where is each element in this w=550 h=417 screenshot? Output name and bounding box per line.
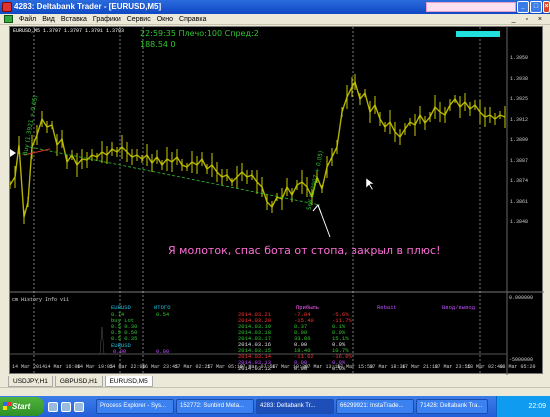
status-bar — [0, 387, 550, 396]
time-label: 18 Mar 02:40 — [467, 364, 504, 370]
window-title: 4283: Deltabank Trader - [EURUSD,M5] — [14, 2, 162, 11]
time-label: 17 Mar 10:30 — [272, 364, 309, 370]
time-label: 17 Mar 02:25 — [174, 364, 211, 370]
tab-usdjpy[interactable]: USDJPY,H1 — [8, 376, 53, 387]
annotation-arrow-head — [312, 204, 322, 214]
system-tray: 22:09 — [496, 396, 550, 417]
mdi-controls[interactable]: _ ▫ × — [512, 14, 546, 25]
time-label: 16 Mar 23:45 — [142, 364, 179, 370]
task-deltabank-71428[interactable]: 71428: Deltabank Tra... — [416, 399, 488, 414]
menu-file[interactable]: Файл — [19, 16, 36, 23]
price-label: 1.3848 — [510, 219, 529, 225]
windows-flag-icon — [3, 402, 11, 410]
time-label: 18 Mar 05:20 — [499, 364, 536, 370]
indicator-name: cm History Info v11 — [12, 297, 70, 303]
task-process-explorer[interactable]: Process Explorer - Sys... — [96, 399, 174, 414]
start-label: Start — [12, 402, 31, 411]
time-label: 14 Mar 16:00 — [44, 364, 81, 370]
ind-percent: -5.6% -11.7% 0.1% 0.0% 15.1% 0.0% 10.7% -16.0% 0… — [332, 312, 352, 372]
chart-canvas — [10, 27, 544, 375]
ind-rebate-header: Rebait — [377, 304, 397, 311]
price-label: 1.3899 — [510, 137, 529, 143]
tab-gbpusd[interactable]: GBPUSD,H1 — [54, 376, 103, 387]
ind-col1: 0.74 buy Lot 0.5 0.30 0.5 0.50 0.5 0.35 — [111, 312, 137, 342]
time-label: 17 Mar 23:55 — [434, 364, 471, 370]
menu-bar: Файл Вид Вставка Графики Сервис Окно Спр… — [0, 14, 550, 25]
time-label: 17 Mar 21:10 — [402, 364, 439, 370]
price-label: 1.3874 — [510, 178, 529, 184]
quicklaunch-desktop-icon[interactable] — [61, 401, 71, 412]
task-instatrade[interactable]: 66299921: InstaTrade... — [336, 399, 414, 414]
screen: { "window": { "title": "4283: Deltabank … — [0, 0, 550, 417]
ind-col1b-value: 0.00 — [113, 348, 127, 355]
close-button[interactable]: × — [543, 1, 550, 13]
ind-profits: -7.84 -15.40 0.37 0.00 33.06 0.00 18.40 -11.02 0… — [294, 312, 314, 372]
ind-total-b-value: 0.00 — [156, 348, 170, 355]
taskbar: Start Process Explorer - Sys... 152772: … — [0, 396, 550, 417]
time-label: 14 Mar 22:00 — [109, 364, 146, 370]
trend-line — [29, 146, 321, 206]
ind-dates: 2014.03.21 2014.03.20 2014.03.19 2014.03.18… — [238, 312, 271, 372]
time-label: 17 Mar 18:30 — [369, 364, 406, 370]
chart-doc-icon — [4, 15, 13, 23]
price-label: 1.3925 — [510, 96, 529, 102]
task-deltabank-4283[interactable]: 4283: Deltabank Tr... — [256, 399, 334, 414]
ind-scale-top: 0.000000 — [509, 295, 534, 301]
menu-window[interactable]: Окно — [157, 16, 173, 23]
menu-insert[interactable]: Вставка — [61, 16, 87, 23]
ind-total-value: 0.54 — [156, 311, 170, 318]
price-label: 1.3912 — [510, 116, 529, 123]
mouse-cursor — [365, 177, 375, 191]
time-label: 17 Mar 13:10 — [304, 364, 341, 370]
chart-tabs: USDJPY,H1 GBPUSD,H1 EURUSD,M5 — [0, 376, 550, 387]
price-label: 1.3861 — [510, 198, 529, 205]
account-flag — [456, 31, 500, 37]
time-label: 14 Mar 19:05 — [77, 364, 114, 370]
quicklaunch-ie-icon[interactable] — [48, 401, 58, 412]
ind-scale-bottom: -5000000 — [509, 357, 534, 363]
price-series — [10, 80, 506, 218]
menu-view[interactable]: Вид — [42, 16, 55, 23]
menu-charts[interactable]: Графики — [93, 16, 121, 23]
minimize-button[interactable]: _ — [517, 1, 529, 13]
title-highlight — [426, 2, 516, 12]
title-bar: 4283: Deltabank Trader - [EURUSD,M5] _ □… — [0, 0, 550, 14]
menu-tools[interactable]: Сервис — [127, 16, 151, 23]
price-chart[interactable]: EURUSD,M5 1.3797 1.3797 1.3791 1.3793 22… — [9, 26, 544, 375]
balance-info: 188.54 0 — [140, 40, 176, 49]
time-label: 17 Mar 15:50 — [337, 364, 374, 370]
tab-eurusd[interactable]: EURUSD,M5 — [104, 376, 153, 387]
clock: 22:09 — [528, 403, 546, 410]
time-label: 14 Mar 2014 — [12, 364, 46, 370]
chart-annotation: Я молоток, спас бота от стопа, закрыл в … — [168, 244, 441, 257]
quick-launch — [44, 400, 94, 414]
quicklaunch-explorer-icon[interactable] — [74, 401, 84, 412]
time-label: 17 Mar 05:10 — [207, 364, 244, 370]
time-label: 17 Mar 07:50 — [239, 364, 276, 370]
symbol-info: EURUSD,M5 1.3797 1.3797 1.3791 1.3793 — [13, 28, 125, 34]
price-label: 1.3938 — [510, 75, 529, 82]
price-label: 1.3887 — [510, 157, 529, 164]
edge-arrow — [10, 149, 16, 157]
menu-help[interactable]: Справка — [179, 16, 206, 23]
task-sunbird[interactable]: 152772: Sunbird Meta... — [176, 399, 254, 414]
price-label: 1.3950 — [510, 55, 529, 61]
account-info: 22:59:35 Плечо:100 Спред:2 — [140, 29, 259, 38]
maximize-button[interactable]: □ — [530, 1, 542, 13]
start-button[interactable]: Start — [0, 397, 44, 416]
ind-deposit-header: Ввод/вывод — [442, 304, 476, 311]
app-icon — [2, 2, 12, 12]
